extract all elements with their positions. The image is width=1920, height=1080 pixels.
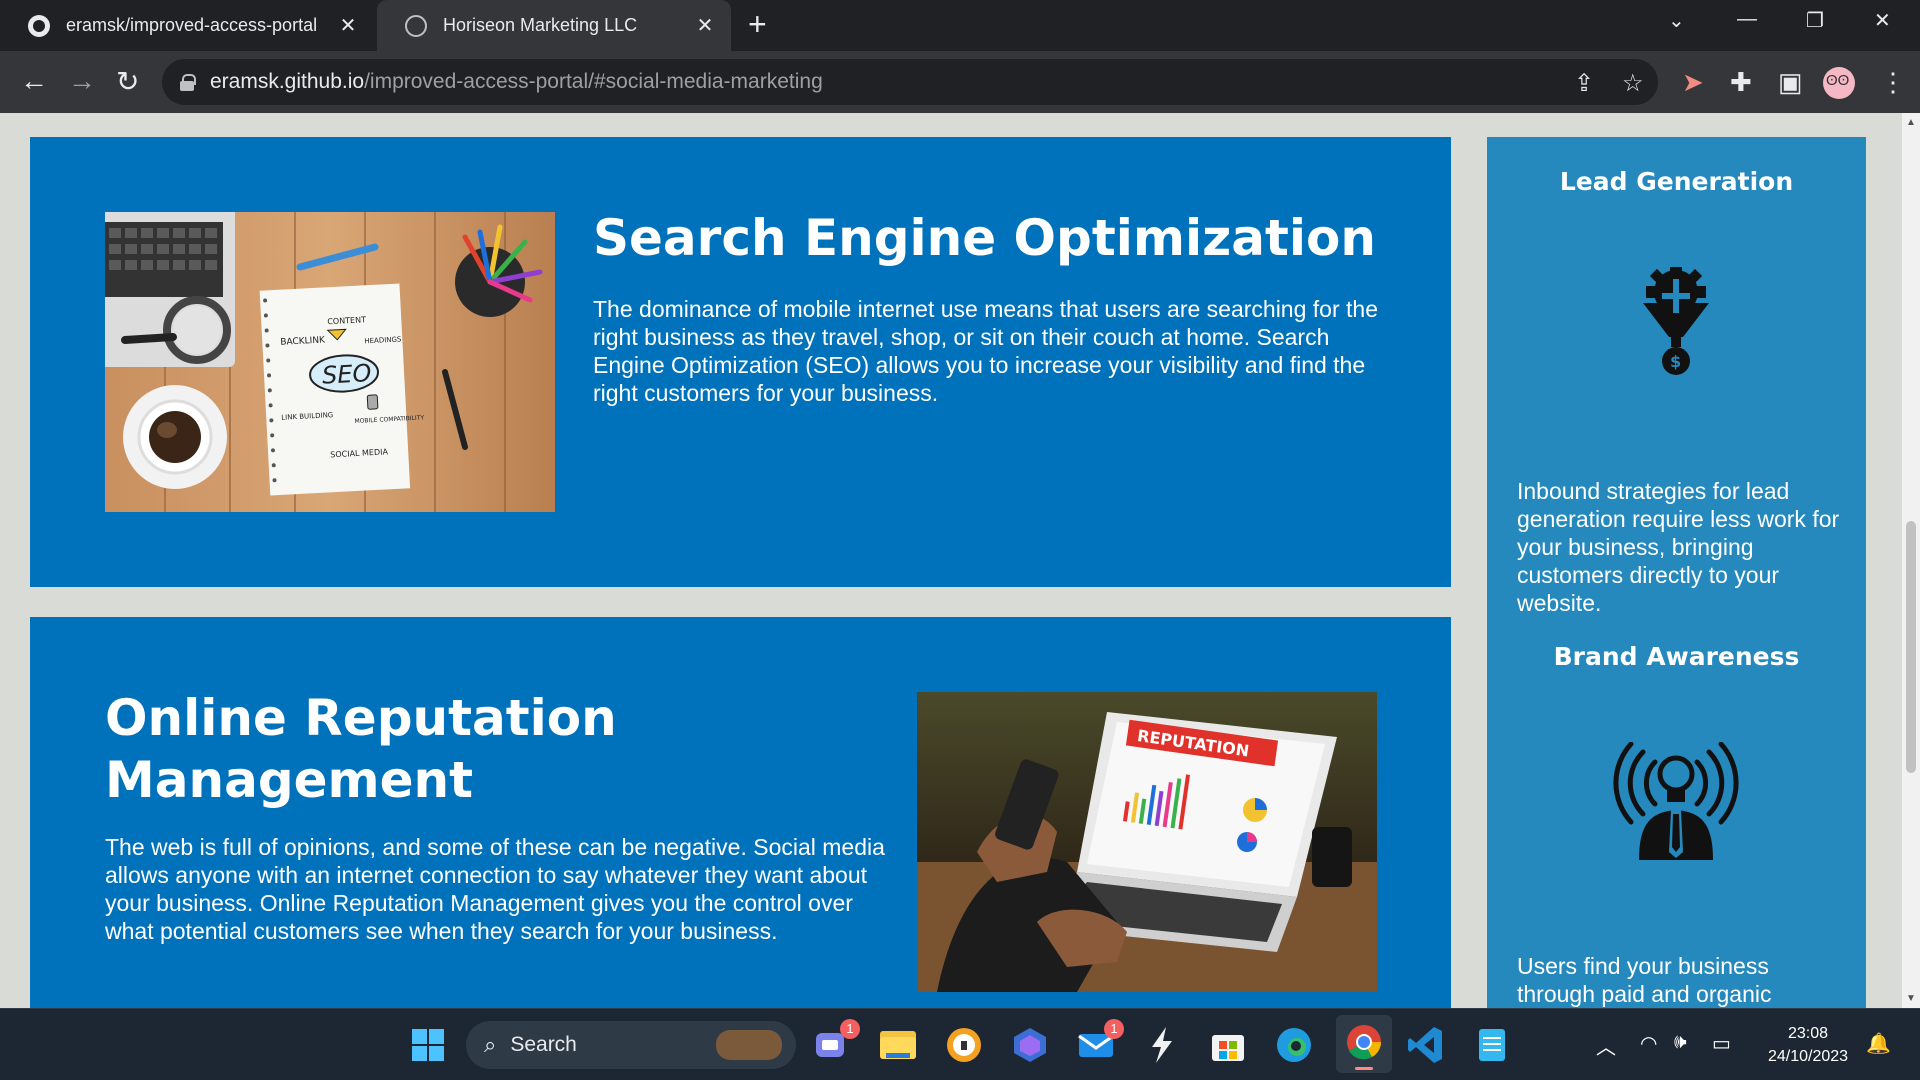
chrome-icon[interactable]: [1336, 1015, 1392, 1073]
github-icon: [28, 14, 50, 37]
brand-awareness-benefit: Brand Awareness Users find your business…: [1487, 612, 1866, 1007]
benefits-aside: Lead Generation $ Inbound strategies for…: [1487, 137, 1866, 1008]
teams-chat-icon[interactable]: 1: [810, 1019, 860, 1067]
lock-icon[interactable]: [180, 74, 196, 91]
brand-awareness-heading: Brand Awareness: [1553, 642, 1800, 671]
bookmark-star-icon[interactable]: ☆: [1622, 69, 1644, 98]
mail-badge: 1: [1104, 1019, 1124, 1039]
extension-icon[interactable]: ➤: [1682, 67, 1704, 98]
orm-paragraph: The web is full of opinions, and some of…: [105, 834, 885, 944]
scroll-down-icon[interactable]: ▼: [1906, 993, 1916, 1004]
vscode-icon[interactable]: [1404, 1023, 1448, 1067]
orm-text: Online Reputation Management The web is f…: [105, 687, 885, 945]
lead-generation-paragraph: Inbound strategies for lead generation r…: [1517, 478, 1840, 616]
windows-taskbar: ⌕ Search 1 1 ︿ ◠ 🕪 ▭ 23:08 24/10/2023 🔔: [0, 1008, 1920, 1080]
forward-arrow-icon[interactable]: →: [68, 65, 96, 97]
brand-awareness-paragraph: Users find your business through paid an…: [1517, 953, 1772, 1007]
search-highlight-image: [716, 1030, 782, 1060]
taskbar-search-placeholder: Search: [510, 1033, 577, 1056]
seo-image: CONTENT BACKLINK HEADINGS SEO LINK BUILD…: [105, 212, 555, 512]
microsoft-store-icon[interactable]: [1206, 1023, 1250, 1067]
tab-title: Horiseon Marketing LLC: [443, 15, 638, 35]
online-reputation-section: Online Reputation Management The web is f…: [30, 617, 1451, 1008]
wifi-icon[interactable]: ◠: [1640, 1031, 1657, 1056]
brand-awareness-icon: [1487, 741, 1866, 867]
tab-title: eramsk/improved-access-portal: [66, 15, 318, 35]
side-panel-icon[interactable]: ▣: [1778, 67, 1803, 98]
share-icon[interactable]: ⇪: [1574, 69, 1594, 98]
close-tab-icon[interactable]: ✕: [332, 13, 364, 38]
scrollbar-thumb[interactable]: [1906, 521, 1916, 773]
volume-icon[interactable]: 🕪: [1674, 1031, 1687, 1054]
orm-heading: Online Reputation Management: [105, 689, 617, 809]
search-icon: ⌕: [484, 1032, 497, 1057]
browser-toolbar: ← → ↻ eramsk.github.io/improved-access-p…: [0, 51, 1920, 113]
seo-word-seo: SEO: [321, 359, 372, 390]
mail-icon[interactable]: 1: [1074, 1019, 1124, 1067]
copilot-icon[interactable]: [1008, 1023, 1052, 1067]
seo-text: Search Engine Optimization The dominance…: [593, 207, 1383, 407]
seo-heading: Search Engine Optimization: [593, 209, 1376, 267]
tab-strip: eramsk/improved-access-portal ✕ Horiseon…: [0, 0, 1920, 51]
close-tab-icon[interactable]: ✕: [689, 13, 721, 38]
scroll-up-icon[interactable]: ▲: [1906, 117, 1916, 128]
seo-section: CONTENT BACKLINK HEADINGS SEO LINK BUILD…: [30, 137, 1451, 587]
close-window-icon[interactable]: ✕: [1874, 8, 1891, 33]
reload-icon[interactable]: ↻: [116, 65, 139, 98]
system-clock[interactable]: 23:08 24/10/2023: [1760, 1022, 1856, 1068]
new-tab-button[interactable]: +: [748, 6, 767, 43]
notepad-icon[interactable]: [1470, 1023, 1514, 1067]
minimize-icon[interactable]: —: [1737, 8, 1757, 31]
kebab-menu-icon[interactable]: ⋮: [1880, 67, 1906, 98]
svg-text:$: $: [1670, 352, 1681, 371]
orm-image: REPUTATION: [917, 692, 1377, 992]
notification-bell-icon[interactable]: 🔔: [1866, 1031, 1891, 1056]
clock-time: 23:08: [1787, 1025, 1829, 1042]
clock-date: 24/10/2023: [1767, 1048, 1849, 1065]
start-button[interactable]: [406, 1023, 450, 1067]
puzzle-icon[interactable]: ✚: [1730, 67, 1752, 98]
page-viewport: CONTENT BACKLINK HEADINGS SEO LINK BUILD…: [0, 113, 1902, 1008]
tab-github[interactable]: eramsk/improved-access-portal ✕: [0, 0, 374, 51]
address-bar[interactable]: eramsk.github.io/improved-access-portal/…: [162, 59, 1658, 105]
avatar[interactable]: [1823, 67, 1855, 99]
vpn-shield-icon[interactable]: [942, 1023, 986, 1067]
taskbar-search[interactable]: ⌕ Search: [466, 1021, 796, 1069]
globe-icon: [405, 14, 427, 37]
seo-paragraph: The dominance of mobile internet use mea…: [593, 296, 1378, 406]
lead-generation-heading: Lead Generation: [1559, 167, 1794, 196]
back-arrow-icon[interactable]: ←: [20, 65, 48, 97]
teams-badge: 1: [840, 1019, 860, 1039]
battery-icon[interactable]: ▭: [1712, 1031, 1731, 1056]
edge-icon[interactable]: [1272, 1023, 1316, 1067]
bolt-app-icon[interactable]: [1140, 1023, 1184, 1067]
lead-generation-benefit: Lead Generation $ Inbound strategies for…: [1487, 137, 1866, 616]
tray-chevron-icon[interactable]: ︿: [1596, 1031, 1616, 1060]
page-scrollbar[interactable]: ▲ ▼: [1902, 113, 1920, 1008]
restore-icon[interactable]: ❐: [1806, 8, 1824, 33]
tab-horiseon[interactable]: Horiseon Marketing LLC ✕: [377, 0, 731, 51]
url-text[interactable]: eramsk.github.io/improved-access-portal/…: [210, 70, 823, 94]
tab-search-chevron-icon[interactable]: ⌄: [1668, 8, 1685, 33]
file-explorer-icon[interactable]: [876, 1023, 920, 1067]
lead-generation-icon: $: [1487, 267, 1866, 382]
